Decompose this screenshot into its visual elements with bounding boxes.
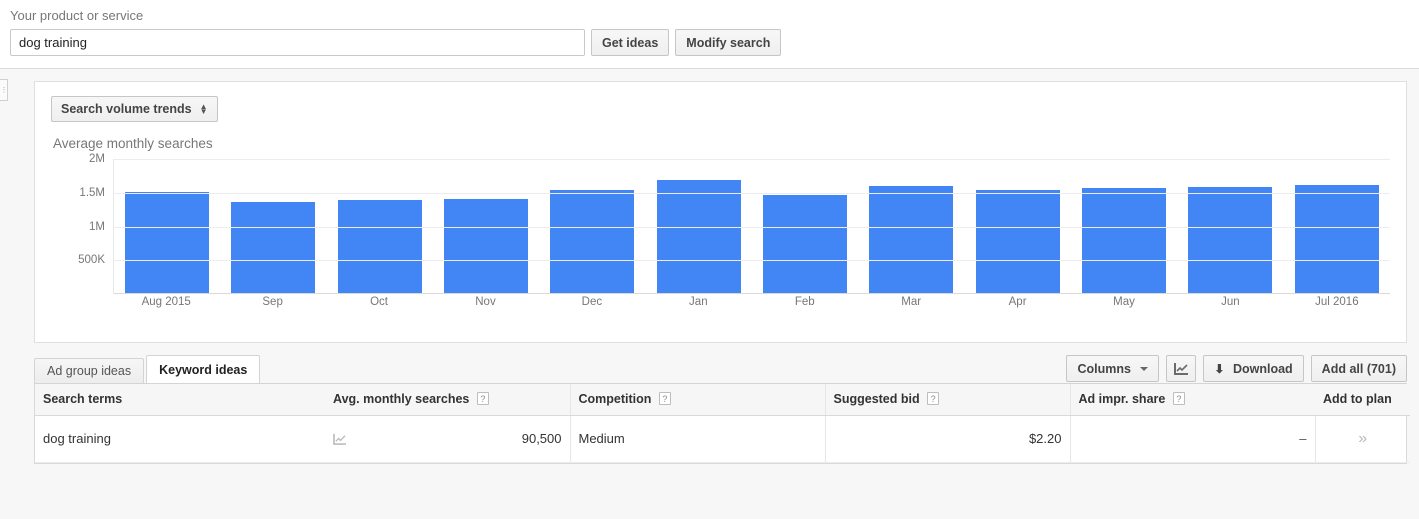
tab-ad-group-ideas[interactable]: Ad group ideas bbox=[34, 358, 145, 383]
cell-competition: Medium bbox=[569, 415, 825, 463]
col-add-to-plan: Add to plan bbox=[1315, 384, 1410, 416]
chart-axis-title: Average monthly searches bbox=[53, 136, 213, 151]
columns-button[interactable]: Columns bbox=[1066, 355, 1160, 382]
cell-ad-impr-share-value: – bbox=[1299, 431, 1307, 446]
chart-bar[interactable] bbox=[763, 195, 848, 293]
col-ad-impr-share[interactable]: Ad impr. share ? bbox=[1069, 384, 1315, 416]
x-axis-tick-label: Nov bbox=[475, 296, 496, 308]
grip-dots-icon: ⋮ bbox=[0, 86, 8, 94]
x-axis-tick-label: Oct bbox=[370, 296, 388, 308]
x-axis-tick-label: Aug 2015 bbox=[141, 296, 191, 308]
grid-line bbox=[114, 260, 1390, 262]
y-axis-tick-label: 1.5M bbox=[79, 186, 105, 199]
col-avg-monthly-searches[interactable]: Avg. monthly searches ? bbox=[325, 384, 570, 416]
col-avg-monthly-searches-label: Avg. monthly searches bbox=[333, 392, 470, 407]
chart-plot-area: 2M 1.5M 1M 500K Aug 2015 Sep Oct Nov Dec Jan Feb M… bbox=[51, 153, 1390, 329]
double-chevron-right-icon[interactable]: » bbox=[1358, 430, 1367, 447]
keyword-search-input[interactable] bbox=[10, 29, 585, 56]
y-axis-tick-label: 1M bbox=[89, 220, 105, 233]
chart-bar[interactable] bbox=[1294, 185, 1379, 293]
x-axis-labels: Aug 2015 Sep Oct Nov Dec Jan Feb Mar Apr May Jun Ju… bbox=[113, 296, 1390, 308]
chart-plot bbox=[113, 159, 1390, 294]
chart-bar[interactable] bbox=[550, 190, 635, 293]
help-icon-avg-monthly-searches[interactable]: ? bbox=[476, 392, 489, 406]
chart-bar[interactable] bbox=[869, 186, 954, 293]
x-axis-tick-label: Jul 2016 bbox=[1315, 296, 1359, 308]
cell-add-to-plan[interactable]: » bbox=[1314, 415, 1410, 463]
help-icon-ad-impr-share[interactable]: ? bbox=[1172, 392, 1185, 406]
y-axis-labels: 2M 1.5M 1M 500K bbox=[51, 153, 109, 294]
download-button[interactable]: ⬇ Download bbox=[1203, 355, 1304, 382]
x-axis-tick-label: Jan bbox=[689, 296, 708, 308]
x-axis-tick-label: Dec bbox=[581, 296, 603, 308]
col-add-to-plan-label: Add to plan bbox=[1323, 392, 1392, 407]
table-toolbar: Columns ⬇ Download Add all (701) bbox=[1066, 355, 1407, 382]
x-axis-tick-label: Sep bbox=[262, 296, 283, 308]
page-body: ⋮ Search volume trends ▲ ▼ Average monthl… bbox=[0, 69, 1419, 519]
y-axis-tick-label: 2M bbox=[89, 153, 105, 165]
grid-line bbox=[114, 192, 1390, 194]
table-header-row: Search terms Avg. monthly searches ? Com… bbox=[35, 384, 1410, 416]
x-axis-tick-label: May bbox=[1113, 296, 1135, 308]
help-icon-competition[interactable]: ? bbox=[658, 392, 671, 406]
chart-bar[interactable] bbox=[975, 189, 1060, 293]
x-axis-tick-label: Jun bbox=[1221, 296, 1240, 308]
cell-avg-monthly-searches-value: 90,500 bbox=[521, 431, 562, 446]
line-chart-icon bbox=[1173, 363, 1188, 375]
search-panel: Your product or service Get ideas Modify… bbox=[0, 0, 1419, 69]
cell-suggested-bid: $2.20 bbox=[824, 415, 1070, 463]
search-panel-label: Your product or service bbox=[10, 8, 144, 23]
chart-bar[interactable] bbox=[337, 199, 422, 293]
up-down-arrows-icon: ▲ ▼ bbox=[199, 102, 208, 116]
grid-line bbox=[114, 159, 1390, 160]
help-icon-suggested-bid[interactable]: ? bbox=[927, 392, 940, 406]
grid-line bbox=[114, 226, 1390, 228]
col-ad-impr-share-label: Ad impr. share bbox=[1078, 392, 1166, 407]
col-suggested-bid-label: Suggested bid bbox=[833, 392, 920, 407]
chevron-down-icon bbox=[1140, 367, 1149, 372]
add-all-button[interactable]: Add all (701) bbox=[1310, 355, 1407, 382]
col-search-terms[interactable]: Search terms bbox=[35, 384, 325, 416]
tab-keyword-ideas[interactable]: Keyword ideas bbox=[146, 355, 261, 383]
search-volume-chart-card: Search volume trends ▲ ▼ Average monthly … bbox=[34, 81, 1407, 343]
cell-search-term: dog training bbox=[35, 415, 325, 463]
download-button-label: Download bbox=[1232, 361, 1293, 376]
cell-ad-impr-share: – bbox=[1069, 415, 1315, 463]
x-axis-tick-label: Mar bbox=[901, 296, 922, 308]
table-row[interactable]: dog training 90,500 Medium $2.20 – » bbox=[35, 415, 1410, 463]
x-axis-tick-label: Feb bbox=[794, 296, 815, 308]
trends-chart-toggle-button[interactable] bbox=[1166, 355, 1197, 382]
x-axis-baseline bbox=[114, 293, 1390, 294]
cell-avg-monthly-searches: 90,500 bbox=[325, 415, 570, 463]
chart-view-select-label: Search volume trends bbox=[61, 102, 192, 116]
chart-bar[interactable] bbox=[656, 180, 741, 293]
chart-bar[interactable] bbox=[1188, 187, 1273, 293]
download-arrow-icon: ⬇ bbox=[1214, 361, 1225, 376]
col-competition-label: Competition bbox=[578, 392, 652, 407]
get-ideas-button[interactable]: Get ideas bbox=[591, 29, 670, 56]
chart-bar[interactable] bbox=[444, 198, 529, 293]
keyword-ideas-table: Search terms Avg. monthly searches ? Com… bbox=[35, 384, 1410, 463]
tab-bar: Ad group ideas Keyword ideas Columns ⬇ D… bbox=[34, 355, 1407, 383]
x-axis-tick-label: Apr bbox=[1008, 296, 1027, 308]
col-search-terms-label: Search terms bbox=[43, 392, 123, 407]
col-competition[interactable]: Competition ? bbox=[569, 384, 825, 416]
row-trend-chart-icon[interactable] bbox=[333, 433, 347, 445]
chart-bar[interactable] bbox=[1082, 188, 1167, 293]
col-suggested-bid[interactable]: Suggested bid ? bbox=[824, 384, 1070, 416]
keyword-ideas-table-card: Search terms Avg. monthly searches ? Com… bbox=[34, 383, 1410, 464]
modify-search-button[interactable]: Modify search bbox=[675, 29, 782, 56]
sidebar-collapse-handle[interactable]: ⋮ bbox=[0, 79, 8, 101]
y-axis-tick-label: 500K bbox=[78, 254, 105, 267]
chart-bar[interactable] bbox=[125, 191, 210, 293]
columns-button-label: Columns bbox=[1077, 361, 1131, 376]
search-row: Get ideas Modify search bbox=[10, 29, 1419, 56]
chart-view-select[interactable]: Search volume trends ▲ ▼ bbox=[51, 96, 218, 122]
chart-bar[interactable] bbox=[231, 201, 316, 293]
